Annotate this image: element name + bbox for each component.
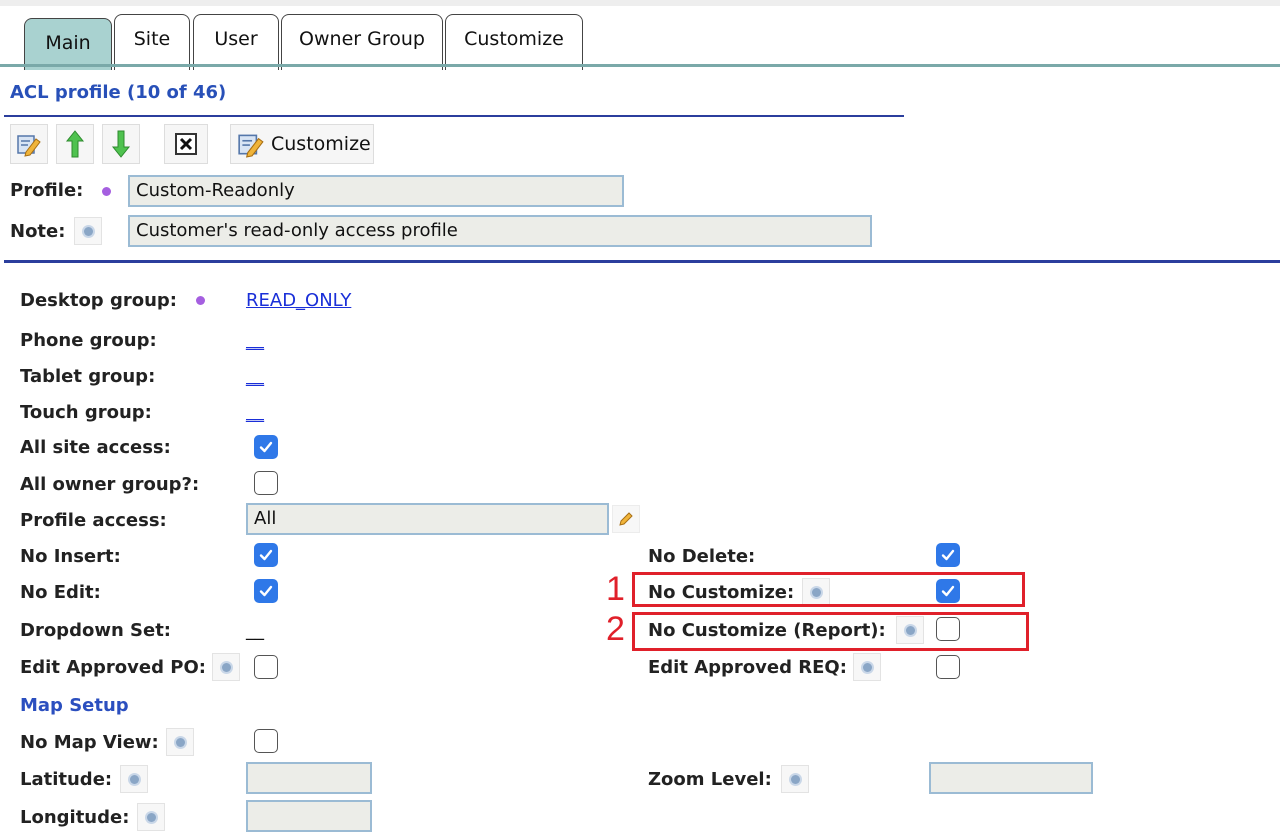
annotation-number-2: 2 — [606, 610, 625, 648]
no-map-view-info-icon[interactable] — [166, 728, 194, 756]
move-down-button[interactable] — [102, 124, 140, 164]
close-icon — [175, 133, 197, 155]
profile-label: Profile: — [10, 180, 84, 201]
phone-group-label: Phone group: — [20, 330, 157, 351]
dropdown-set-label: Dropdown Set: — [20, 620, 172, 641]
tab-user[interactable]: User — [193, 14, 279, 70]
note-label: Note: — [10, 221, 66, 242]
checkmark-icon — [941, 549, 955, 561]
customize-icon — [238, 134, 264, 158]
no-edit-label: No Edit: — [20, 582, 101, 603]
desktop-group-link[interactable]: READ_ONLY — [246, 290, 351, 311]
required-indicator-icon — [196, 296, 205, 305]
latitude-label: Latitude: — [20, 769, 113, 790]
annotation-box-1 — [632, 572, 1025, 607]
no-edit-checkbox[interactable] — [254, 579, 278, 603]
edit-approved-req-checkbox[interactable] — [936, 655, 960, 679]
page-title: ACL profile (10 of 46) — [10, 82, 227, 103]
tab-bar: Main Site User Owner Group Customize — [0, 6, 1280, 70]
tab-customize[interactable]: Customize — [445, 14, 583, 70]
latitude-field[interactable] — [246, 762, 372, 794]
all-site-access-label: All site access: — [20, 437, 171, 458]
pencil-edit-button[interactable] — [612, 505, 640, 533]
touch-group-label: Touch group: — [20, 402, 152, 423]
longitude-label: Longitude: — [20, 807, 130, 828]
customize-button-label: Customize — [271, 133, 371, 155]
section-divider — [4, 260, 1280, 263]
note-field[interactable]: Customer's read-only access profile — [128, 215, 872, 247]
no-delete-label: No Delete: — [648, 546, 756, 567]
arrow-down-icon — [111, 130, 131, 158]
required-indicator-icon — [102, 187, 111, 196]
checkmark-icon — [259, 549, 273, 561]
note-info-icon[interactable] — [74, 217, 102, 245]
delete-button[interactable] — [164, 124, 208, 164]
arrow-up-icon — [65, 130, 85, 158]
all-site-access-checkbox[interactable] — [254, 435, 278, 459]
longitude-info-icon[interactable] — [137, 803, 165, 831]
no-insert-checkbox[interactable] — [254, 543, 278, 567]
move-up-button[interactable] — [56, 124, 94, 164]
edit-approved-po-info-icon[interactable] — [212, 653, 240, 681]
no-insert-label: No Insert: — [20, 546, 121, 567]
tab-owner-group[interactable]: Owner Group — [281, 14, 443, 70]
tab-user-label: User — [214, 27, 258, 50]
tab-customize-label: Customize — [464, 27, 564, 50]
edit-approved-po-checkbox[interactable] — [254, 655, 278, 679]
edit-button[interactable] — [10, 124, 48, 164]
tab-main[interactable]: Main — [24, 18, 112, 70]
tablet-group-label: Tablet group: — [20, 366, 156, 387]
edit-approved-po-label: Edit Approved PO: — [20, 657, 206, 678]
latitude-info-icon[interactable] — [120, 765, 148, 793]
desktop-group-label: Desktop group: — [20, 290, 177, 311]
tab-site-label: Site — [133, 27, 171, 50]
edit-approved-req-info-icon[interactable] — [853, 653, 881, 681]
tab-owner-group-label: Owner Group — [299, 27, 425, 50]
longitude-field[interactable] — [246, 800, 372, 832]
tab-underline — [0, 64, 1280, 67]
tab-main-label: Main — [45, 31, 91, 54]
edit-approved-req-label: Edit Approved REQ: — [648, 657, 847, 678]
all-owner-group-checkbox[interactable] — [254, 471, 278, 495]
tab-site[interactable]: Site — [114, 14, 190, 70]
checkmark-icon — [259, 441, 273, 453]
checkmark-icon — [259, 585, 273, 597]
no-delete-checkbox[interactable] — [936, 543, 960, 567]
annotation-box-2 — [632, 612, 1029, 651]
phone-group-link[interactable]: __ — [246, 330, 264, 351]
zoom-level-field[interactable] — [929, 762, 1093, 794]
tablet-group-link[interactable]: __ — [246, 366, 264, 387]
edit-icon — [17, 135, 41, 157]
map-setup-heading: Map Setup — [20, 695, 129, 716]
zoom-level-label: Zoom Level: — [648, 769, 772, 790]
customize-button[interactable]: Customize — [230, 124, 374, 164]
no-map-view-checkbox[interactable] — [254, 729, 278, 753]
dropdown-set-value: __ — [246, 620, 264, 641]
profile-access-field[interactable]: All — [246, 503, 609, 535]
no-map-view-label: No Map View: — [20, 732, 159, 753]
zoom-level-info-icon[interactable] — [781, 765, 809, 793]
annotation-number-1: 1 — [606, 570, 625, 608]
touch-group-link[interactable]: __ — [246, 402, 264, 423]
header-rule — [4, 115, 904, 117]
all-owner-group-label: All owner group?: — [20, 474, 200, 495]
pencil-icon — [619, 512, 633, 526]
profile-access-label: Profile access: — [20, 510, 167, 531]
profile-field[interactable]: Custom-Readonly — [128, 175, 624, 207]
